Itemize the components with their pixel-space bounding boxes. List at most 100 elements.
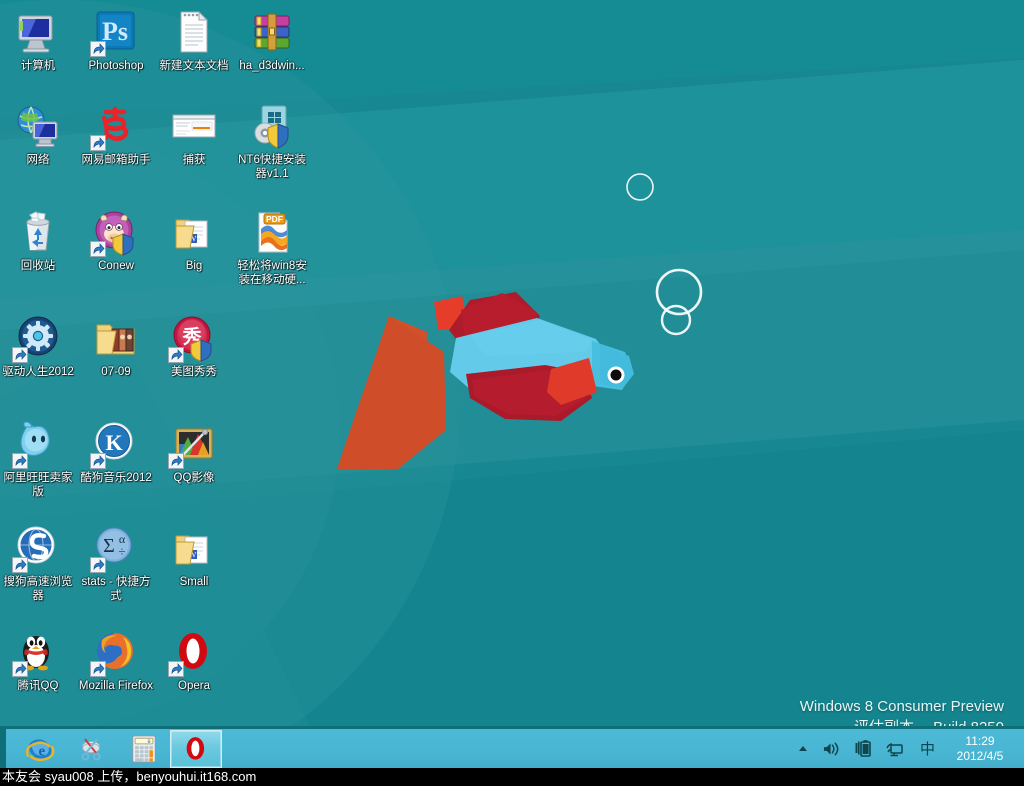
taskbar-button-opera[interactable] <box>170 730 222 768</box>
desktop-icon-netease-mail[interactable]: 网易邮箱助手 <box>78 102 154 168</box>
kugou-music-icon: K <box>92 420 140 468</box>
desktop-icon-pdf-document[interactable]: PDF 轻松将win8安装在移动硬... <box>234 208 310 287</box>
svg-text:K: K <box>105 430 122 455</box>
meitu-xiuxiu-icon: 秀 <box>170 314 218 362</box>
text-document-icon <box>170 8 218 56</box>
battery-icon <box>854 740 872 757</box>
network-tray-icon <box>886 741 904 757</box>
svg-text:Σ: Σ <box>103 535 115 557</box>
svg-text:e: e <box>39 743 46 759</box>
svg-text:÷: ÷ <box>118 544 125 559</box>
folder-photos-icon <box>92 314 140 362</box>
desktop-icon-label: 07-09 <box>78 366 154 380</box>
network-icon <box>14 102 62 150</box>
desktop-icon-photoshop[interactable]: Ps Photoshop <box>78 8 154 74</box>
aliwangwang-icon <box>14 420 62 468</box>
svg-text:PDF: PDF <box>266 214 283 224</box>
desktop-icon-label: 网易邮箱助手 <box>78 154 154 168</box>
desktop-icon-sogou-browser[interactable]: 搜狗高速浏览器 <box>0 524 76 603</box>
clock-date: 2012/4/5 <box>957 749 1004 764</box>
desktop-icon-qq-image-viewer[interactable]: QQ影像 <box>156 420 232 486</box>
shortcut-arrow-icon <box>90 41 106 57</box>
sogou-browser-icon <box>14 524 62 572</box>
desktop-icon-nt6-installer[interactable]: NT6快捷安装器v1.1 <box>234 102 310 181</box>
taskbar-clock[interactable]: 11:29 2012/4/5 <box>944 729 1020 768</box>
desktop-icon-label: Photoshop <box>78 60 154 74</box>
shortcut-arrow-icon <box>12 557 28 573</box>
screenshot-capture-icon <box>170 102 218 150</box>
desktop-icon-label: NT6快捷安装器v1.1 <box>234 154 310 181</box>
svg-text:0: 0 <box>147 739 150 745</box>
speaker-icon <box>823 741 840 757</box>
desktop-icon-screenshot-capture[interactable]: 捕获 <box>156 102 232 168</box>
desktop-icon-label: 网络 <box>0 154 76 168</box>
qq-image-viewer-icon <box>170 420 218 468</box>
desktop-icon-tencent-qq-penguin[interactable]: 腾讯QQ <box>0 628 76 694</box>
desktop-icon-folder-photos[interactable]: 07-09 <box>78 314 154 380</box>
desktop-icon-conew-cow[interactable]: Conew <box>78 208 154 274</box>
opera-icon <box>181 734 211 764</box>
tencent-qq-penguin-icon <box>14 628 62 676</box>
desktop-icon-label: Small <box>156 576 232 590</box>
desktop-icon-text-document[interactable]: 新建文本文档 <box>156 8 232 74</box>
watermark-line-1: Windows 8 Consumer Preview <box>800 696 1004 717</box>
desktop-icon-recycle-bin[interactable]: 回收站 <box>0 208 76 274</box>
shortcut-arrow-icon <box>90 557 106 573</box>
folder-doc-icon: W <box>170 208 218 256</box>
desktop-icon-label: QQ影像 <box>156 472 232 486</box>
taskbar-button-snipping-tool[interactable] <box>66 730 118 768</box>
desktop-icon-my-computer[interactable]: 计算机 <box>0 8 76 74</box>
taskbar-button-internet-explorer[interactable]: e <box>14 730 66 768</box>
winrar-archive-icon <box>248 8 296 56</box>
desktop-icon-label: 捕获 <box>156 154 232 168</box>
desktop-icon-network[interactable]: 网络 <box>0 102 76 168</box>
shortcut-arrow-icon <box>12 453 28 469</box>
nt6-installer-icon <box>248 102 296 150</box>
internet-explorer-icon: e <box>25 734 55 764</box>
snipping-tool-icon <box>77 734 107 764</box>
desktop-icon-kugou-music[interactable]: K 酷狗音乐2012 <box>78 420 154 486</box>
tray-show-hidden-icons[interactable] <box>790 729 816 768</box>
shortcut-arrow-icon <box>90 661 106 677</box>
ime-indicator-label: 中 <box>920 738 935 759</box>
desktop-icon-grid: 计算机 Ps Photoshop 新建文本文档 ha_d3dwin... 网络 … <box>0 0 1024 726</box>
desktop-icon-stats-sigma[interactable]: Σ α ÷ stats - 快捷方式 <box>78 524 154 603</box>
shortcut-arrow-icon <box>168 453 184 469</box>
desktop-icon-meitu-xiuxiu[interactable]: 秀 美图秀秀 <box>156 314 232 380</box>
tray-network[interactable] <box>879 729 911 768</box>
desktop-icon-aliwangwang[interactable]: 阿里旺旺卖家版 <box>0 420 76 499</box>
taskbar-pinned-buttons: e 0 <box>14 729 222 768</box>
taskbar[interactable]: e 0 <box>0 726 1024 768</box>
stats-sigma-icon: Σ α ÷ <box>92 524 140 572</box>
upload-credit-banner: 本友会 syau008 上传，benyouhui.it168.com <box>0 768 1024 786</box>
desktop-icon-label: 回收站 <box>0 260 76 274</box>
shortcut-arrow-icon <box>90 453 106 469</box>
desktop-icon-label: Conew <box>78 260 154 274</box>
tray-power-battery[interactable] <box>847 729 879 768</box>
conew-cow-icon <box>92 208 140 256</box>
shortcut-arrow-icon <box>168 347 184 363</box>
taskbar-button-calculator[interactable]: 0 <box>118 730 170 768</box>
desktop-icon-winrar-archive[interactable]: ha_d3dwin... <box>234 8 310 74</box>
clock-time: 11:29 <box>965 734 994 749</box>
desktop-icon-firefox[interactable]: Mozilla Firefox <box>78 628 154 694</box>
desktop-icon-label: Mozilla Firefox <box>78 680 154 694</box>
desktop-icon-label: 轻松将win8安装在移动硬... <box>234 260 310 287</box>
desktop-screen: 计算机 Ps Photoshop 新建文本文档 ha_d3dwin... 网络 … <box>0 0 1024 786</box>
desktop-icon-opera[interactable]: Opera <box>156 628 232 694</box>
shortcut-arrow-icon <box>12 347 28 363</box>
tray-volume[interactable] <box>816 729 847 768</box>
pdf-document-icon: PDF <box>248 208 296 256</box>
desktop-icon-label: 酷狗音乐2012 <box>78 472 154 486</box>
desktop-icon-folder-doc[interactable]: W Small <box>156 524 232 590</box>
desktop-icon-label: 腾讯QQ <box>0 680 76 694</box>
desktop-icon-drive-the-life-gear[interactable]: 驱动人生2012 <box>0 314 76 380</box>
shortcut-arrow-icon <box>12 661 28 677</box>
desktop-icon-label: 美图秀秀 <box>156 366 232 380</box>
tray-ime-language[interactable]: 中 <box>911 729 944 768</box>
desktop-icon-label: 搜狗高速浏览器 <box>0 576 76 603</box>
shortcut-arrow-icon <box>90 135 106 151</box>
shortcut-arrow-icon <box>168 661 184 677</box>
banner-text: 本友会 syau008 上传，benyouhui.it168.com <box>2 769 256 784</box>
desktop-icon-folder-doc[interactable]: W Big <box>156 208 232 274</box>
